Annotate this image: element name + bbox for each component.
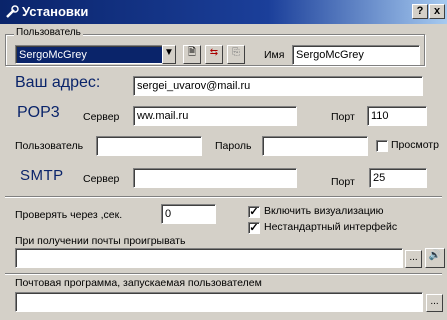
visualization-label: Включить визуализацию [264, 205, 384, 217]
smtp-port-label: Порт [331, 176, 355, 188]
view-checkbox[interactable] [376, 140, 388, 152]
document-icon: 🗎 [187, 47, 197, 58]
check-interval-label: Проверять через ,сек. [15, 209, 123, 221]
mailer-input[interactable] [15, 292, 423, 312]
user-swap-button[interactable]: ⇆ [205, 45, 223, 64]
copy-icon: ⎘ [232, 47, 240, 58]
pop3-password-label: Пароль [215, 140, 252, 152]
check-icon: ✓ [249, 222, 259, 234]
user-properties-button[interactable]: 🗎 [183, 45, 201, 64]
smtp-label: SMTP [20, 167, 64, 184]
sound-label: При получении почты проигрывать [15, 235, 186, 247]
custom-ui-label: Нестандартный интерфейс [264, 221, 398, 233]
close-button[interactable]: x [429, 4, 445, 19]
divider-2 [5, 273, 442, 275]
pop3-user-label: Пользователь [15, 140, 84, 152]
divider [5, 196, 442, 198]
pop3-server-input[interactable]: ww.mail.ru [133, 106, 297, 126]
view-label: Просмотр [391, 139, 439, 151]
smtp-port-input[interactable]: 25 [369, 168, 427, 188]
mailer-label: Почтовая программа, запускаемая пользова… [15, 277, 262, 289]
address-input[interactable]: sergei_uvarov@mail.ru [133, 76, 423, 96]
pop3-port-input[interactable]: 110 [367, 106, 427, 126]
check-interval-input[interactable]: 0 [161, 204, 216, 224]
name-label: Имя [264, 49, 285, 61]
address-label: Ваш адрес: [15, 74, 101, 91]
sound-input[interactable] [15, 248, 403, 268]
pop3-server-label: Сервер [83, 111, 120, 123]
wrench-icon [6, 5, 19, 18]
user-select[interactable]: SergoMcGrey [15, 45, 163, 64]
mailer-browse-button[interactable]: ... [426, 294, 443, 312]
smtp-server-input[interactable] [133, 168, 297, 188]
name-input[interactable]: SergoMcGrey [292, 45, 420, 65]
window-title: Установки [22, 4, 89, 19]
help-button[interactable]: ? [412, 4, 428, 19]
chevron-down-icon: ▼ [164, 47, 174, 58]
visualization-checkbox[interactable]: ✓ [248, 206, 260, 218]
swap-arrows-icon: ⇆ [209, 47, 219, 58]
smtp-server-label: Сервер [83, 173, 120, 185]
sound-browse-button[interactable]: ... [405, 250, 422, 268]
user-dropdown-button[interactable]: ▼ [162, 45, 176, 64]
user-group-label: Пользователь [14, 27, 83, 38]
user-copy-button[interactable]: ⎘ [227, 45, 245, 64]
pop3-password-input[interactable] [262, 136, 368, 156]
speaker-icon: 🔊 [428, 250, 442, 261]
check-icon: ✓ [249, 206, 259, 218]
pop3-port-label: Порт [331, 111, 355, 123]
custom-ui-checkbox[interactable]: ✓ [248, 222, 260, 234]
play-sound-button[interactable]: 🔊 [425, 248, 445, 268]
pop3-user-input[interactable] [96, 136, 202, 156]
pop3-label: POP3 [17, 104, 60, 121]
